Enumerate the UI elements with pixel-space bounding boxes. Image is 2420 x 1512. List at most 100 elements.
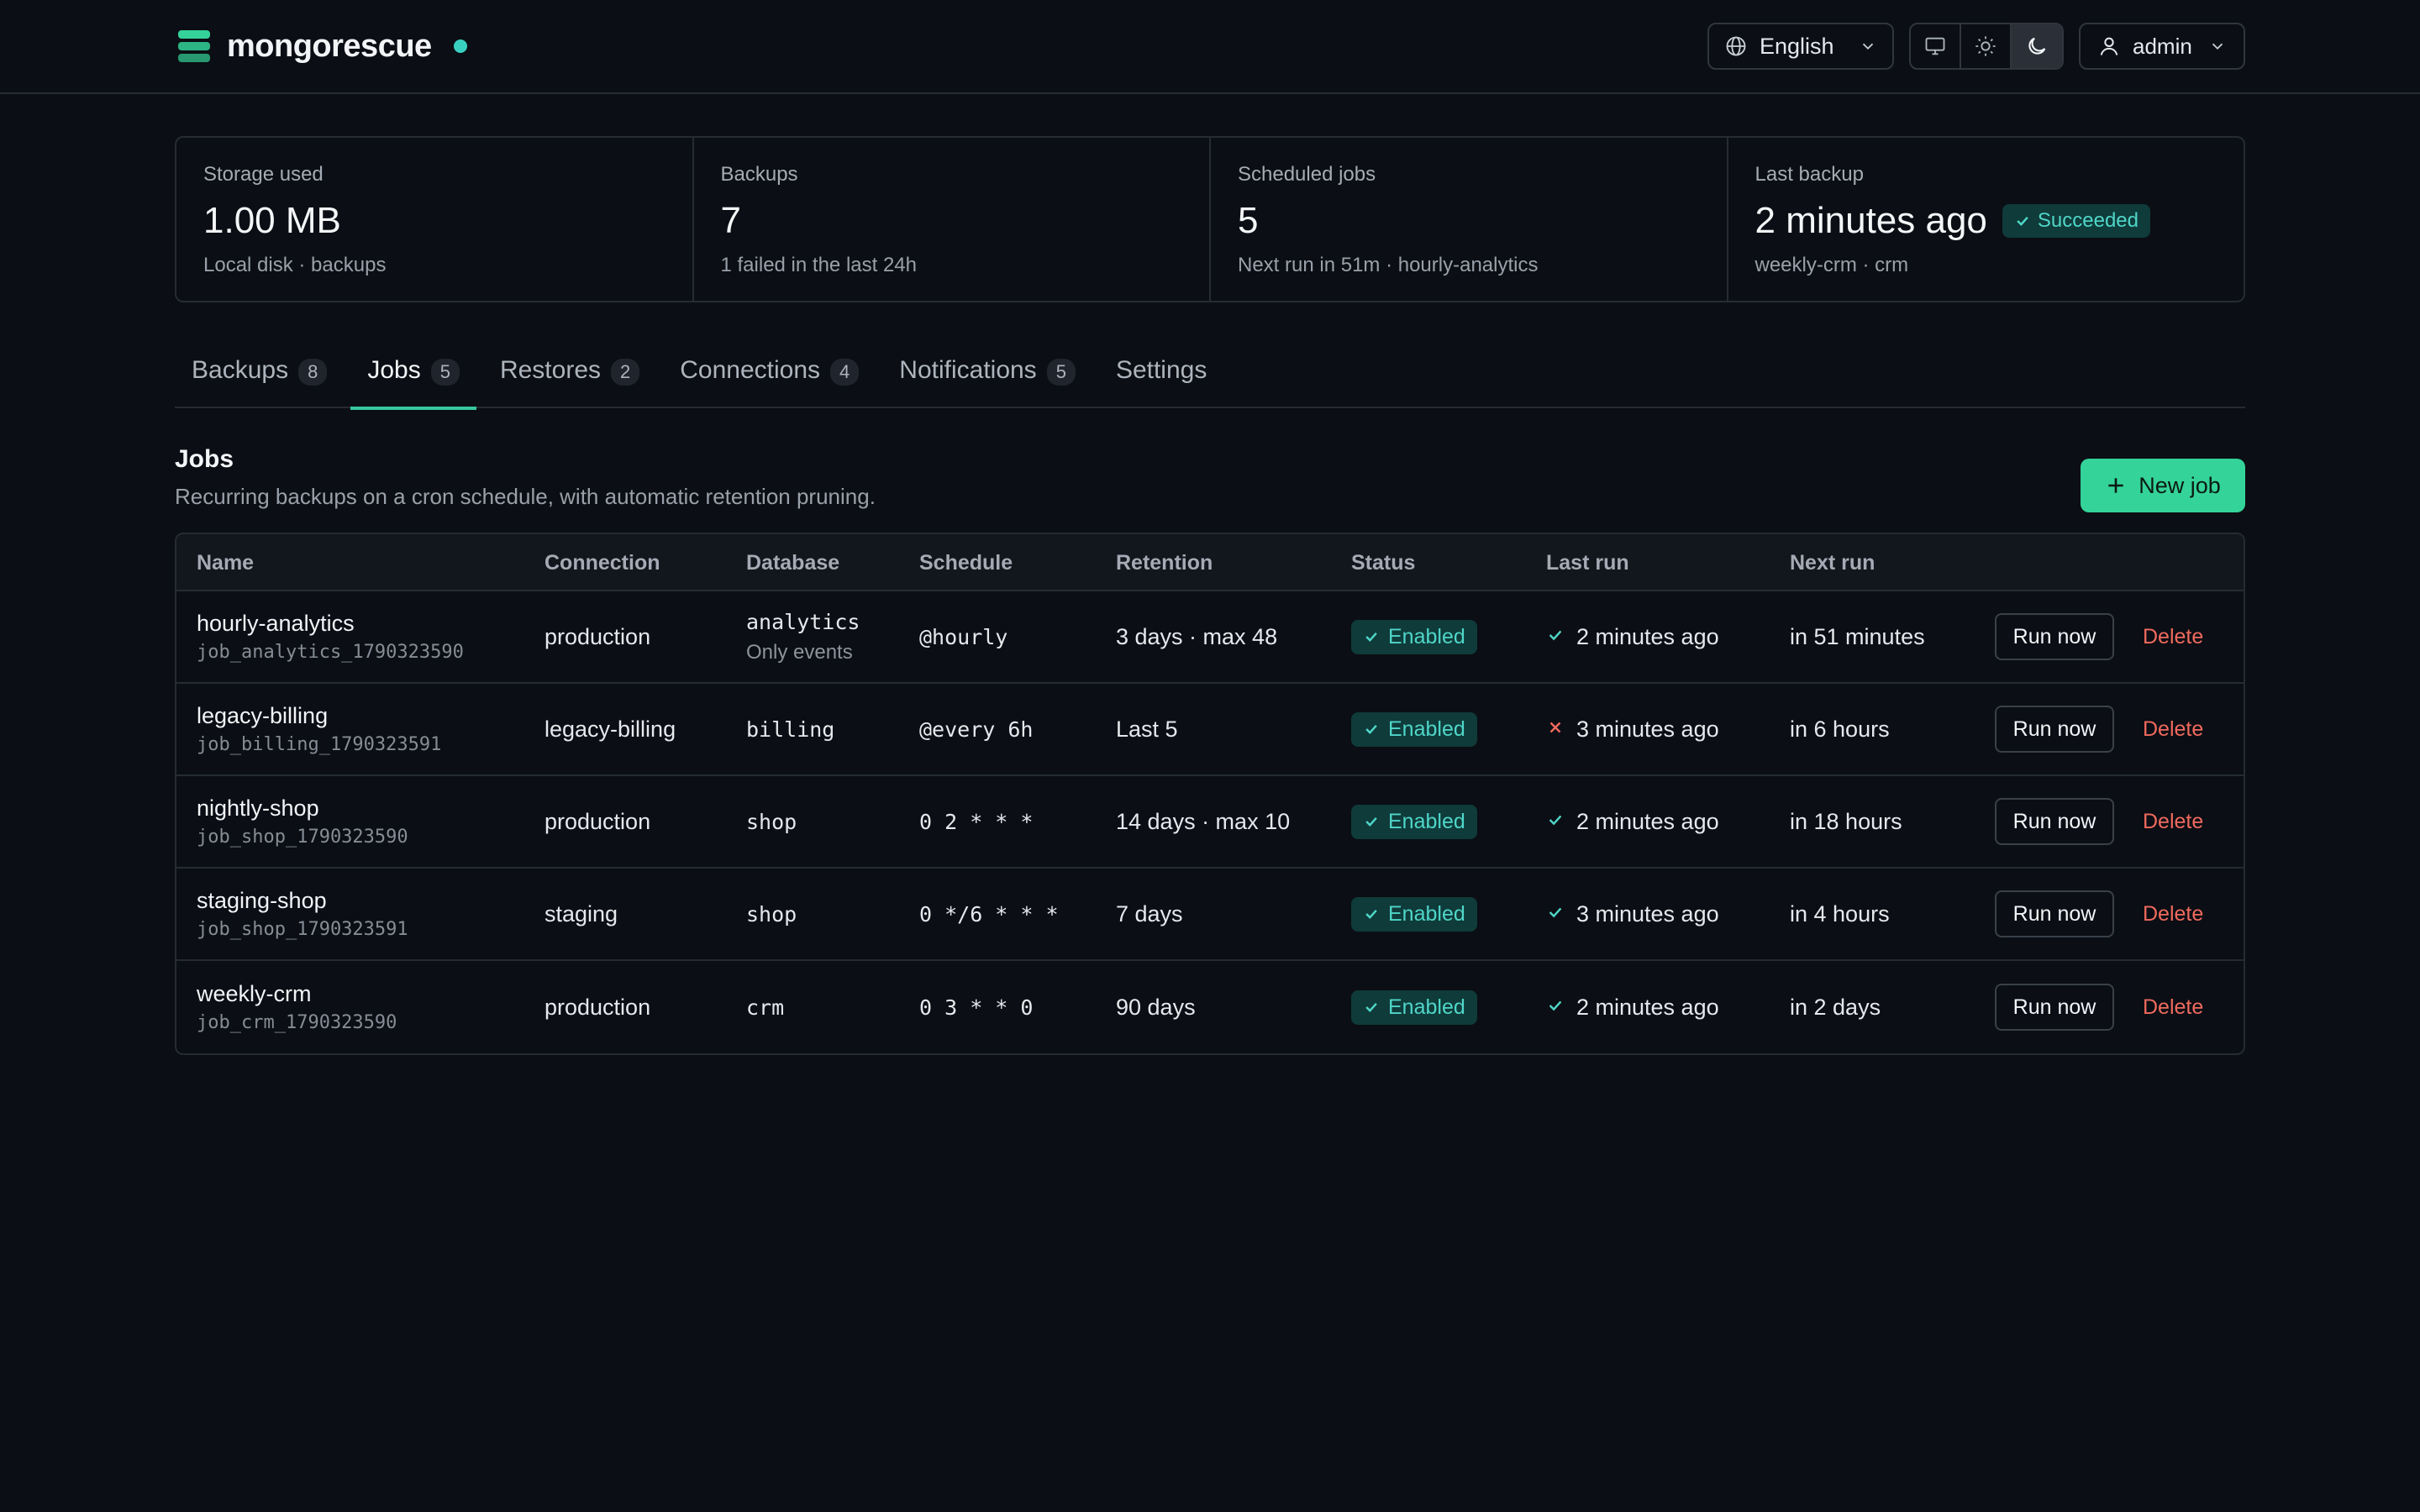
check-icon — [1365, 724, 1377, 734]
check-icon — [1365, 816, 1377, 827]
last-run: 3 minutes ago — [1546, 717, 1719, 743]
status-badge: Enabled — [1351, 896, 1477, 932]
stat-value: 1.00 MB — [203, 200, 666, 242]
delete-button[interactable]: Delete — [2143, 995, 2203, 1020]
stat-label: Last backup — [1754, 163, 1864, 186]
tab-notifications[interactable]: Notifications 5 — [882, 344, 1092, 408]
language-label: English — [1760, 33, 1834, 59]
stat-sub: 1 failed in the last 24h — [720, 254, 918, 276]
new-job-button[interactable]: New job — [2081, 459, 2245, 512]
table-row: weekly-crm job_crm_1790323590 production… — [176, 961, 2244, 1053]
tab-label: Settings — [1115, 356, 1207, 384]
job-name: nightly-shop — [197, 795, 319, 821]
tab-label: Jobs — [367, 356, 421, 384]
status-cell: Enabled — [1351, 684, 1477, 774]
job-id: job_shop_1790323591 — [197, 919, 408, 940]
job-name: weekly-crm — [197, 981, 312, 1006]
theme-system-button[interactable] — [1911, 24, 1961, 68]
job-name: legacy-billing — [197, 703, 329, 728]
status-label: Enabled — [1388, 624, 1465, 648]
stat-value-text: 1.00 MB — [203, 200, 341, 241]
delete-cell: Delete — [2143, 591, 2203, 682]
tab-connections[interactable]: Connections 4 — [663, 344, 876, 408]
job-id: job_shop_1790323590 — [197, 827, 408, 848]
run-now-button[interactable]: Run now — [1995, 984, 2114, 1031]
retention-cell: 90 days — [1116, 961, 1196, 1053]
tab-settings[interactable]: Settings — [1099, 344, 1223, 408]
database-cell: shop — [746, 776, 797, 867]
retention-policy: 90 days — [1116, 994, 1196, 1020]
schedule-expression: 0 3 * * 0 — [919, 995, 1034, 1020]
schedule-expression: @hourly — [919, 624, 1008, 649]
next-run-time: in 18 hours — [1790, 808, 1902, 834]
delete-button[interactable]: Delete — [2143, 717, 2203, 742]
next-run-time: in 4 hours — [1790, 900, 1890, 927]
job-name: staging-shop — [197, 888, 327, 913]
delete-button[interactable]: Delete — [2143, 902, 2203, 927]
delete-button[interactable]: Delete — [2143, 625, 2203, 649]
last-run-time: 3 minutes ago — [1576, 716, 1719, 742]
chevron-down-icon — [1862, 43, 1874, 50]
job-id: job_crm_1790323590 — [197, 1012, 397, 1033]
schedule-cell: 0 3 * * 0 — [919, 961, 1033, 1053]
user-name: admin — [2133, 33, 2192, 59]
job-id: job_analytics_1790323590 — [197, 642, 464, 663]
theme-dark-button[interactable] — [2012, 24, 2062, 68]
database-filter-note: Only events — [746, 640, 853, 664]
retention-policy: Last 5 — [1116, 716, 1178, 742]
column-header: Last run — [1546, 551, 1629, 575]
user-menu-button[interactable]: admin — [2079, 23, 2245, 70]
connection-cell: production — [544, 776, 650, 867]
tab-restores[interactable]: Restores 2 — [483, 344, 656, 408]
delete-cell: Delete — [2143, 684, 2203, 774]
column-header: Status — [1351, 551, 1416, 575]
column-header: Database — [746, 551, 840, 575]
retention-policy: 3 days · max 48 — [1116, 623, 1278, 649]
run-cell: Run now — [1995, 684, 2114, 774]
section-title: Jobs — [175, 445, 234, 473]
status-badge: Enabled — [1351, 619, 1477, 654]
stat-label: Storage used — [203, 163, 324, 186]
check-icon — [1546, 624, 1565, 650]
badge-label: Succeeded — [2037, 209, 2139, 232]
table-row: nightly-shop job_shop_1790323590 product… — [176, 776, 2244, 869]
next-run-cell: in 18 hours — [1790, 776, 1902, 867]
language-select[interactable]: English — [1707, 23, 1894, 70]
stat-scheduled-jobs: Scheduled jobs 5 Next run in 51m · hourl… — [1211, 138, 1728, 301]
connection-name: staging — [544, 900, 618, 927]
retention-cell: 14 days · max 10 — [1116, 776, 1290, 867]
jobs-table: Name Connection Database Schedule Retent… — [175, 533, 2245, 1055]
stat-sub: Local disk · backups — [203, 254, 387, 276]
last-run-cell: 2 minutes ago — [1546, 961, 1719, 1053]
run-now-button[interactable]: Run now — [1995, 798, 2114, 845]
database-logo-icon — [178, 30, 210, 62]
tab-backups[interactable]: Backups 8 — [175, 344, 344, 408]
run-now-button[interactable]: Run now — [1995, 706, 2114, 753]
chevron-down-icon — [2212, 43, 2223, 50]
last-run: 2 minutes ago — [1546, 624, 1719, 650]
stat-backups: Backups 7 1 failed in the last 24h — [694, 138, 1211, 301]
delete-button[interactable]: Delete — [2143, 810, 2203, 834]
status-badge: Succeeded — [2002, 204, 2150, 238]
connection-name: production — [544, 623, 651, 649]
tab-jobs[interactable]: Jobs 5 — [350, 344, 476, 410]
stat-label: Scheduled jobs — [1238, 163, 1376, 186]
status-badge: Enabled — [1351, 711, 1477, 747]
run-cell: Run now — [1995, 591, 2114, 682]
column-header: Name — [197, 551, 255, 575]
job-name-cell: staging-shop job_shop_1790323591 — [197, 869, 408, 959]
delete-cell: Delete — [2143, 961, 2203, 1053]
check-icon — [1365, 632, 1377, 642]
next-run-time: in 6 hours — [1790, 716, 1890, 742]
section-subtitle: Recurring backups on a cron schedule, wi… — [175, 484, 876, 509]
status-label: Enabled — [1388, 717, 1465, 741]
check-icon — [2017, 216, 2028, 226]
status-cell: Enabled — [1351, 961, 1477, 1053]
retention-cell: 3 days · max 48 — [1116, 591, 1277, 682]
brand[interactable]: mongorescue — [175, 27, 467, 66]
theme-light-button[interactable] — [1961, 24, 2012, 68]
run-now-button[interactable]: Run now — [1995, 890, 2114, 937]
sun-icon — [1975, 36, 1996, 56]
run-now-button[interactable]: Run now — [1995, 613, 2114, 660]
status-label: Enabled — [1388, 809, 1465, 833]
